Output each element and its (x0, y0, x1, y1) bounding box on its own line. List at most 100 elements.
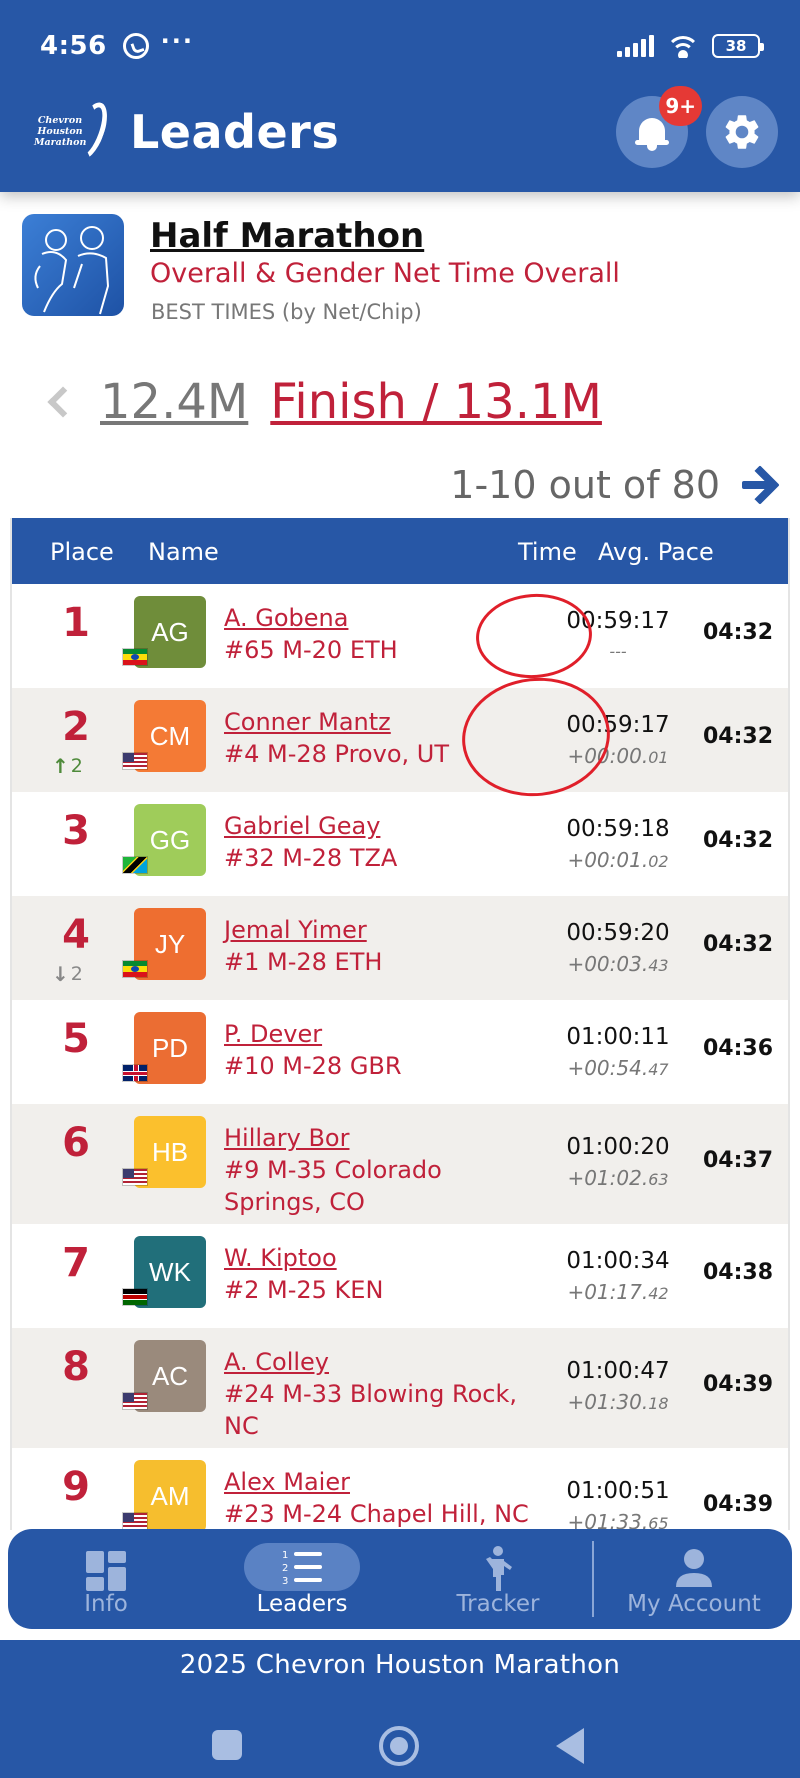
notification-badge: 9+ (659, 86, 702, 126)
avg-pace: 04:39 (702, 1372, 774, 1397)
table-row[interactable]: 7 WK W. Kiptoo #2 M-25 KEN 01:00:34 +01:… (12, 1224, 788, 1328)
arrow-up-icon: ↑ (52, 754, 69, 778)
time-gap-main: +01:17. (567, 1280, 649, 1304)
nav-info[interactable]: Info (8, 1529, 204, 1629)
footer: 2025 Chevron Houston Marathon (0, 1640, 800, 1778)
avg-pace: 04:36 (702, 1036, 774, 1061)
runner-info: #2 M-25 KEN (224, 1276, 384, 1304)
more-notifications-icon: ··· (160, 27, 195, 55)
footer-text: 2025 Chevron Houston Marathon (179, 1650, 621, 1680)
net-time: 01:00:47 (566, 1358, 670, 1384)
time-gap-ms: 47 (648, 1060, 669, 1079)
nav-label: My Account (627, 1591, 761, 1617)
leaderboard-table: Place Name Time Avg. Pace 1 AG A. Gobena… (10, 518, 790, 1530)
battery-icon: 38 (712, 34, 764, 58)
table-row[interactable]: 5 PD P. Dever #10 M-28 GBR 01:00:11 +00:… (12, 1000, 788, 1104)
header-time: Time (518, 538, 577, 566)
table-row[interactable]: 4 ↓ 2 JY Jemal Yimer #1 M-28 ETH 00:59:2… (12, 896, 788, 1000)
nav-my-account[interactable]: My Account (596, 1529, 792, 1629)
runner-name-link[interactable]: A. Colley (224, 1346, 534, 1378)
runner-name-link[interactable]: Jemal Yimer (224, 914, 534, 946)
net-time: 00:59:20 (566, 920, 670, 946)
previous-split-link[interactable]: 12.4M (100, 374, 248, 430)
runner-info: #24 M-33 Blowing Rock, NC (224, 1380, 518, 1440)
runner-info: #23 M-24 Chapel Hill, NC (224, 1500, 529, 1528)
place-number: 6 (62, 1120, 90, 1166)
header-pace: Avg. Pace (598, 538, 714, 566)
position-change-value: 2 (70, 755, 83, 777)
runner-icon (486, 1546, 512, 1591)
time-gap: +01:33.65 (558, 1506, 678, 1530)
time-gap-main: +01:33. (567, 1510, 649, 1530)
runner-name-link[interactable]: Alex Maier (224, 1466, 534, 1498)
time-gap-main: +00:54. (567, 1056, 649, 1080)
signal-icon (617, 35, 654, 57)
current-split-link[interactable]: Finish / 13.1M (270, 374, 602, 430)
status-time: 4:56 (40, 31, 107, 61)
country-flag-icon (122, 1064, 148, 1082)
runner-info: #1 M-28 ETH (224, 948, 383, 976)
table-row[interactable]: 3 GG Gabriel Geay #32 M-28 TZA 00:59:18 … (12, 792, 788, 896)
finish-time: 00:59:18 +00:01.02 (558, 814, 678, 878)
recents-icon[interactable] (212, 1730, 242, 1760)
table-row[interactable]: 6 HB Hillary Bor #9 M-35 Colorado Spring… (12, 1104, 788, 1224)
finish-time: 00:59:20 +00:03.43 (558, 918, 678, 982)
whatsapp-icon (122, 33, 149, 59)
sort-note: BEST TIMES (by Net/Chip) (151, 300, 422, 324)
net-time: 01:00:51 (566, 1478, 670, 1504)
country-flag-icon (122, 1392, 148, 1410)
table-row[interactable]: 8 AC A. Colley #24 M-33 Blowing Rock, NC… (12, 1328, 788, 1448)
table-row[interactable]: 2 ↑ 2 CM Conner Mantz #4 M-28 Provo, UT … (12, 688, 788, 792)
event-subtitle: Overall & Gender Net Time Overall (150, 258, 620, 289)
place-number: 8 (62, 1344, 90, 1390)
gear-icon (725, 115, 759, 149)
avg-pace: 04:32 (702, 724, 774, 749)
back-icon[interactable] (556, 1728, 584, 1764)
net-time: 00:59:18 (566, 816, 670, 842)
finish-time: 01:00:34 +01:17.42 (558, 1246, 678, 1310)
time-gap: +00:03.43 (558, 948, 678, 982)
time-gap-main: +00:03. (567, 952, 649, 976)
nav-label: Leaders (256, 1591, 348, 1617)
event-title[interactable]: Half Marathon (150, 216, 424, 256)
net-time: 01:00:11 (566, 1024, 670, 1050)
svg-text:1: 1 (282, 1550, 288, 1561)
nav-tracker[interactable]: Tracker (400, 1529, 596, 1629)
country-flag-icon (122, 856, 148, 874)
runner-name-link[interactable]: P. Dever (224, 1018, 534, 1050)
country-flag-icon (122, 1168, 148, 1186)
notifications-button[interactable]: 9+ (616, 86, 702, 168)
time-gap-ms: 02 (648, 852, 669, 871)
position-change: ↑ 2 (52, 754, 83, 778)
table-row[interactable]: 1 AG A. Gobena #65 M-20 ETH 00:59:17 ---… (12, 584, 788, 688)
svg-text:2: 2 (282, 1563, 288, 1574)
nav-leaders[interactable]: 1 2 3 Leaders (204, 1529, 400, 1629)
numbered-list-icon: 1 2 3 (282, 1550, 322, 1587)
runner-name-link[interactable]: W. Kiptoo (224, 1242, 534, 1274)
position-change-value: 2 (70, 963, 83, 985)
arrow-right-icon[interactable] (740, 465, 780, 505)
table-row[interactable]: 9 AM Alex Maier #23 M-24 Chapel Hill, NC… (12, 1448, 788, 1530)
place-number: 4 (62, 912, 90, 958)
event-header: Half Marathon Overall & Gender Net Time … (20, 210, 780, 330)
page-title: Leaders (130, 105, 340, 159)
dashboard-icon (86, 1551, 126, 1591)
nav-label: Info (84, 1591, 128, 1617)
country-flag-icon (122, 1288, 148, 1306)
event-image (22, 214, 124, 316)
country-flag-icon (122, 648, 148, 666)
settings-button[interactable] (706, 96, 778, 168)
nav-label: Tracker (456, 1591, 540, 1617)
app-header: 4:56 ··· 38 Chevron Houston Marathon Lea… (0, 0, 800, 192)
system-navigation (0, 1726, 800, 1776)
time-gap: +01:17.42 (558, 1276, 678, 1310)
avg-pace: 04:39 (702, 1492, 774, 1517)
header-name: Name (148, 538, 219, 566)
time-gap-ms: 65 (648, 1514, 669, 1530)
home-icon[interactable] (379, 1726, 419, 1766)
country-flag-icon (122, 1512, 148, 1530)
chevron-left-icon[interactable] (47, 386, 79, 418)
person-icon (676, 1549, 712, 1587)
runner-name-link[interactable]: Gabriel Geay (224, 810, 534, 842)
runner-name-link[interactable]: Hillary Bor (224, 1122, 534, 1154)
